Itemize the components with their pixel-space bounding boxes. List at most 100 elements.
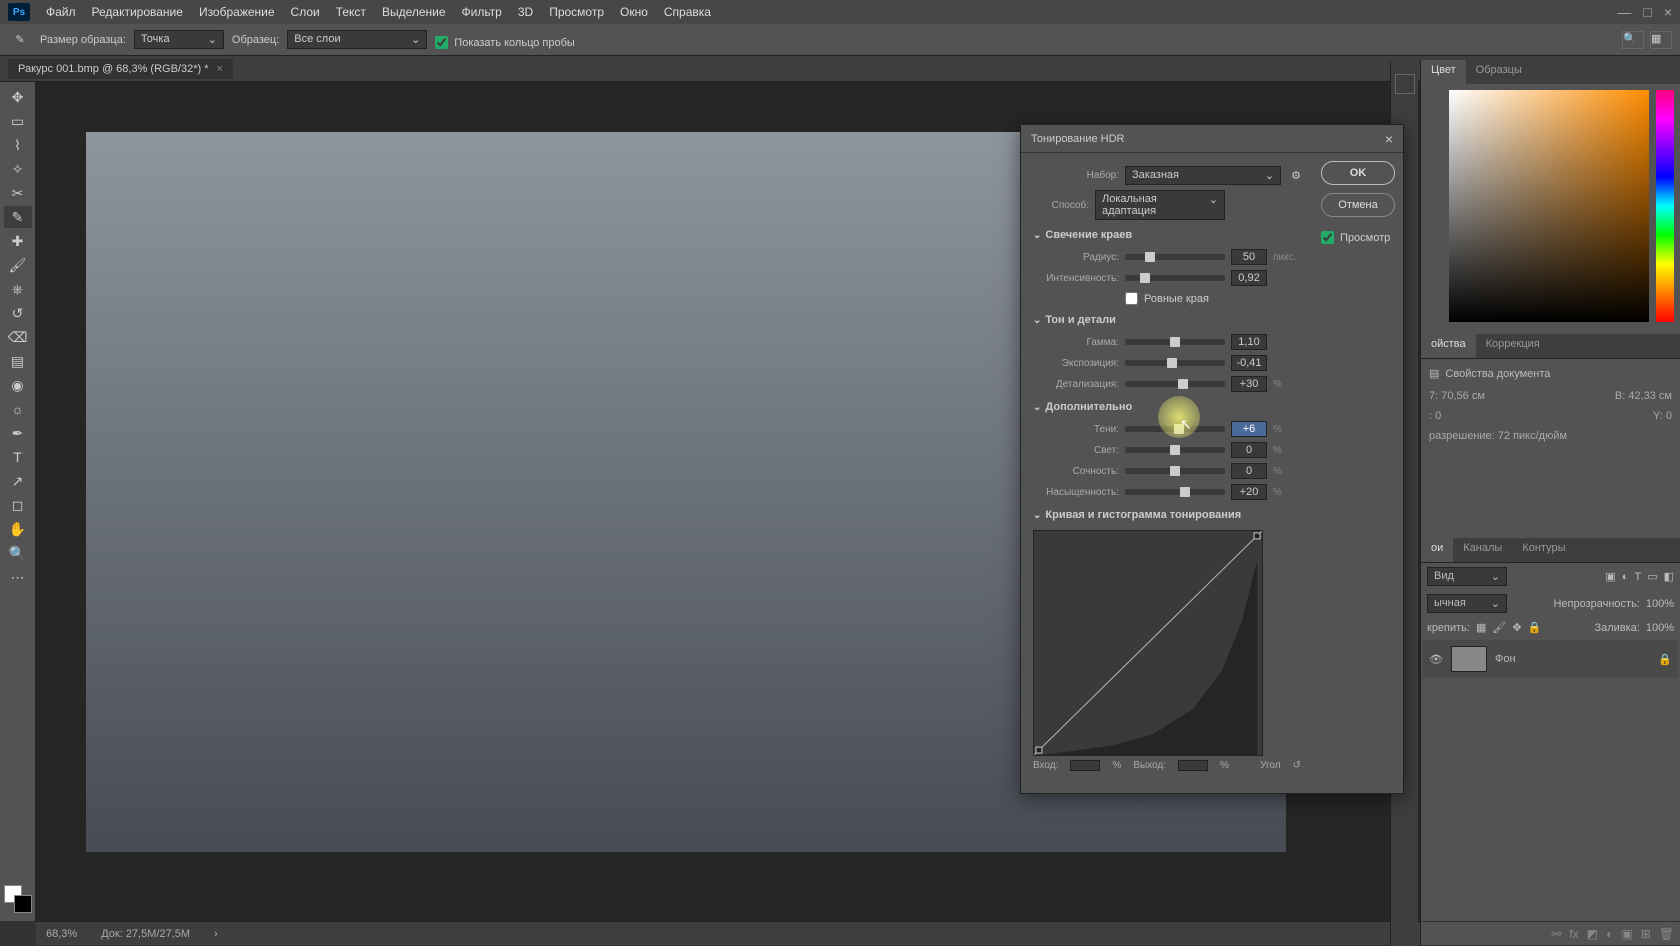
- color-swatch[interactable]: [4, 885, 32, 913]
- dodge-tool[interactable]: ☼: [4, 398, 32, 420]
- eraser-tool[interactable]: ⌫: [4, 326, 32, 348]
- type-tool[interactable]: T: [4, 446, 32, 468]
- document-tab[interactable]: Ракурс 001.bmp @ 68,3% (RGB/32*) * ×: [8, 59, 233, 79]
- filter-smart-icon[interactable]: ◧: [1664, 570, 1674, 583]
- shape-tool[interactable]: ◻: [4, 494, 32, 516]
- window-close[interactable]: ×: [1664, 4, 1672, 20]
- ok-button[interactable]: OK: [1321, 161, 1395, 185]
- curve-editor[interactable]: [1033, 530, 1263, 756]
- tab-swatches[interactable]: Образцы: [1466, 60, 1532, 84]
- menu-type[interactable]: Текст: [328, 5, 374, 19]
- layer-kind-select[interactable]: Вид⌄: [1427, 567, 1507, 586]
- smooth-edges-checkbox[interactable]: Ровные края: [1125, 292, 1301, 305]
- tone-value-0[interactable]: 1,10: [1231, 334, 1267, 350]
- delete-icon[interactable]: 🗑: [1659, 927, 1674, 941]
- menu-window[interactable]: Окно: [612, 5, 656, 19]
- tone-slider-2[interactable]: [1125, 381, 1225, 387]
- adv-value-3[interactable]: +20: [1231, 484, 1267, 500]
- window-maximize[interactable]: □: [1643, 4, 1651, 20]
- section-tone-detail[interactable]: Тон и детали: [1033, 311, 1301, 329]
- curve-output-value[interactable]: [1178, 760, 1208, 771]
- layer-thumbnail[interactable]: [1451, 646, 1487, 672]
- adv-value-2[interactable]: 0: [1231, 463, 1267, 479]
- lasso-tool[interactable]: ⌇: [4, 134, 32, 156]
- adjustment-icon[interactable]: ◐: [1606, 927, 1613, 941]
- search-icon[interactable]: 🔍: [1622, 31, 1644, 49]
- eyedropper-tool[interactable]: ✎: [4, 206, 32, 228]
- curve-input-value[interactable]: [1070, 760, 1100, 771]
- menu-image[interactable]: Изображение: [191, 5, 283, 19]
- hand-tool[interactable]: ✋: [4, 518, 32, 540]
- section-curve[interactable]: Кривая и гистограмма тонирования: [1033, 506, 1301, 524]
- sample-layer-select[interactable]: Все слои⌄: [287, 30, 427, 49]
- dialog-titlebar[interactable]: Тонирование HDR ×: [1021, 125, 1403, 153]
- menu-file[interactable]: Файл: [38, 5, 84, 19]
- tab-color[interactable]: Цвет: [1421, 60, 1466, 84]
- marquee-tool[interactable]: ▭: [4, 110, 32, 132]
- blur-tool[interactable]: ◉: [4, 374, 32, 396]
- move-tool[interactable]: ✥: [4, 86, 32, 108]
- adv-slider-0[interactable]: [1125, 426, 1225, 432]
- opacity-value[interactable]: 100%: [1646, 598, 1674, 610]
- history-brush-tool[interactable]: ↺: [4, 302, 32, 324]
- menu-view[interactable]: Просмотр: [541, 5, 612, 19]
- edge-value-0[interactable]: 50: [1231, 249, 1267, 265]
- preset-select[interactable]: Заказная⌄: [1125, 166, 1281, 185]
- pen-tool[interactable]: ✒: [4, 422, 32, 444]
- tone-slider-1[interactable]: [1125, 360, 1225, 366]
- heal-tool[interactable]: ✚: [4, 230, 32, 252]
- filter-shape-icon[interactable]: ▭: [1647, 570, 1657, 583]
- adv-value-1[interactable]: 0: [1231, 442, 1267, 458]
- lock-position-icon[interactable]: ✥: [1512, 621, 1521, 634]
- adv-value-0[interactable]: +6: [1231, 421, 1267, 437]
- crop-tool[interactable]: ✂: [4, 182, 32, 204]
- sample-size-select[interactable]: Точка⌄: [134, 30, 224, 49]
- link-icon[interactable]: ⚯: [1551, 927, 1561, 941]
- doc-size-readout[interactable]: Док: 27,5M/27,5M: [101, 928, 190, 940]
- menu-select[interactable]: Выделение: [374, 5, 454, 19]
- section-advanced[interactable]: Дополнительно: [1033, 398, 1301, 416]
- close-tab-icon[interactable]: ×: [216, 63, 222, 75]
- lock-pixels-icon[interactable]: 🖌: [1492, 621, 1506, 634]
- fill-value[interactable]: 100%: [1646, 622, 1674, 634]
- mask-icon[interactable]: ◩: [1587, 927, 1598, 941]
- tone-value-2[interactable]: +30: [1231, 376, 1267, 392]
- menu-help[interactable]: Справка: [656, 5, 719, 19]
- edit-toolbar[interactable]: ⋯: [4, 566, 32, 588]
- path-tool[interactable]: ↗: [4, 470, 32, 492]
- menu-filter[interactable]: Фильтр: [454, 5, 510, 19]
- adv-slider-3[interactable]: [1125, 489, 1225, 495]
- tab-paths[interactable]: Контуры: [1512, 538, 1575, 562]
- dialog-close-icon[interactable]: ×: [1385, 131, 1393, 147]
- edge-slider-0[interactable]: [1125, 254, 1225, 260]
- filter-pixels-icon[interactable]: ▣: [1605, 570, 1615, 583]
- section-edge-glow[interactable]: Свечение краев: [1033, 226, 1301, 244]
- menu-edit[interactable]: Редактирование: [84, 5, 191, 19]
- hue-slider[interactable]: [1656, 90, 1674, 322]
- reset-curve-icon[interactable]: ↺: [1293, 760, 1301, 771]
- new-layer-icon[interactable]: ⊞: [1641, 927, 1651, 941]
- zoom-readout[interactable]: 68,3%: [46, 928, 77, 940]
- edge-value-1[interactable]: 0,92: [1231, 270, 1267, 286]
- blend-mode-select[interactable]: ычная⌄: [1427, 594, 1507, 613]
- filter-type-icon[interactable]: T: [1634, 571, 1641, 583]
- tab-properties[interactable]: ойства: [1421, 334, 1476, 358]
- adv-slider-1[interactable]: [1125, 447, 1225, 453]
- gradient-tool[interactable]: ▤: [4, 350, 32, 372]
- eyedropper-icon[interactable]: ✎: [8, 30, 32, 50]
- layer-row[interactable]: 👁 Фон 🔒: [1423, 640, 1678, 678]
- tab-layers[interactable]: ои: [1421, 538, 1453, 562]
- fx-icon[interactable]: fx: [1569, 927, 1578, 941]
- stamp-tool[interactable]: ⎈: [4, 278, 32, 300]
- edge-slider-1[interactable]: [1125, 275, 1225, 281]
- preview-checkbox[interactable]: Просмотр: [1321, 231, 1395, 244]
- menu-layers[interactable]: Слои: [283, 5, 328, 19]
- lock-transparent-icon[interactable]: ▦: [1476, 621, 1486, 634]
- visibility-icon[interactable]: 👁: [1429, 653, 1443, 666]
- layer-name[interactable]: Фон: [1495, 653, 1516, 665]
- zoom-tool[interactable]: 🔍: [4, 542, 32, 564]
- cancel-button[interactable]: Отмена: [1321, 193, 1395, 217]
- tone-slider-0[interactable]: [1125, 339, 1225, 345]
- window-minimize[interactable]: —: [1617, 4, 1631, 20]
- show-ring-checkbox[interactable]: Показать кольцо пробы: [435, 36, 575, 49]
